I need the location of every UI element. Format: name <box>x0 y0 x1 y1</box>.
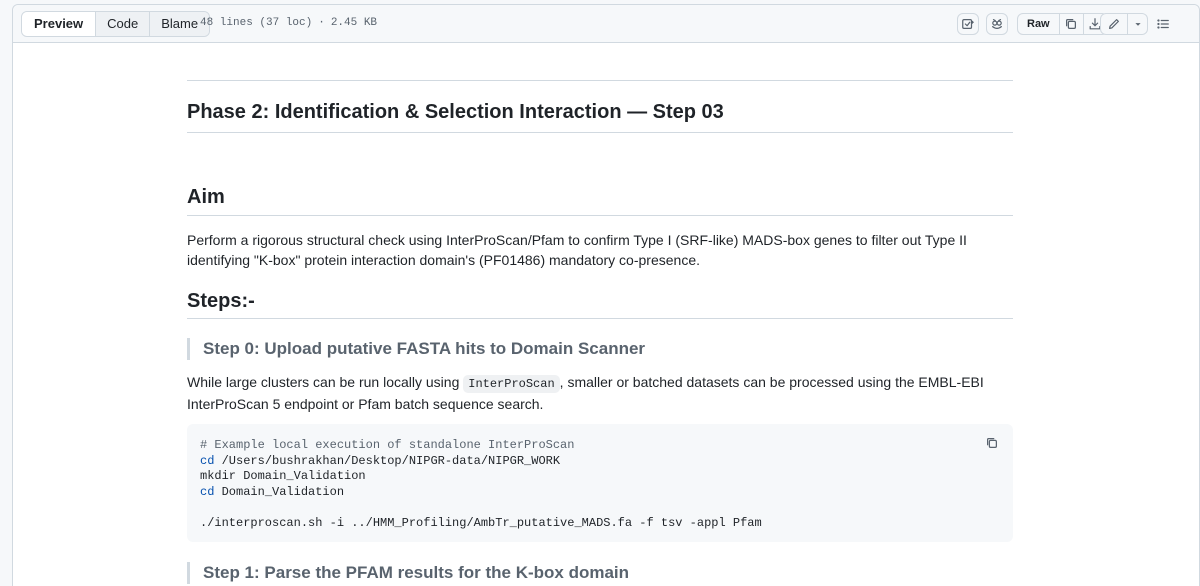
code-line: cd /Users/bushrakhan/Desktop/NIPGR-data/… <box>200 454 1000 470</box>
edit-actions-group <box>1100 13 1148 35</box>
raw-button[interactable]: Raw <box>1018 14 1059 34</box>
code-line: mkdir Domain_Validation <box>200 469 366 483</box>
code-line: cd Domain_Validation <box>200 485 1000 501</box>
step0-text-before: While large clusters can be run locally … <box>187 374 464 390</box>
file-size: 2.45 KB <box>330 17 378 29</box>
code-review-icon <box>992 19 1002 29</box>
code-text: Domain_Validation <box>214 484 345 499</box>
copilot-button[interactable] <box>957 13 979 35</box>
step1-heading: Step 1: Parse the PFAM results for the K… <box>187 562 629 584</box>
page-title: Phase 2: Identification & Selection Inte… <box>187 101 724 123</box>
copy-icon <box>987 438 997 448</box>
heading-underline <box>187 132 1013 133</box>
file-actions-group: Raw <box>1017 13 1108 35</box>
copy-icon <box>1066 19 1077 29</box>
step0-paragraph: While large clusters can be run locally … <box>187 372 1013 414</box>
heading-underline <box>187 318 1013 319</box>
inline-code: InterProScan <box>463 375 560 393</box>
code-line: ./interproscan.sh -i ../HMM_Profiling/Am… <box>200 515 762 530</box>
list-icon <box>1157 19 1169 29</box>
file-toolbar: Preview Code Blame 48 lines (37 loc) · 2.4… <box>13 5 1199 43</box>
file-info: 48 lines (37 loc) · 2.45 KB <box>200 17 377 29</box>
tab-preview[interactable]: Preview <box>22 12 96 36</box>
steps-heading: Steps:- <box>187 290 255 312</box>
code-review-button[interactable] <box>986 13 1008 35</box>
step0-heading: Step 0: Upload putative FASTA hits to Do… <box>187 338 645 360</box>
aim-heading: Aim <box>187 186 225 208</box>
code-keyword: cd <box>200 453 215 468</box>
pencil-icon <box>1109 19 1119 29</box>
outline-button[interactable] <box>1152 13 1174 35</box>
horizontal-rule <box>187 80 1013 81</box>
line-count: 48 lines (37 loc) <box>200 17 313 29</box>
copy-code-button[interactable] <box>981 432 1003 454</box>
edit-button[interactable] <box>1101 14 1127 34</box>
dropdown-caret-icon <box>1134 23 1141 26</box>
tab-code[interactable]: Code <box>95 12 150 36</box>
aim-paragraph: Perform a rigorous structural check usin… <box>187 232 967 268</box>
copilot-icon <box>962 19 974 29</box>
code-text: /Users/bushrakhan/Desktop/NIPGR-data/NIP… <box>214 453 561 468</box>
code-keyword: cd <box>200 484 215 499</box>
code-block: # Example local execution of standalone … <box>187 424 1013 542</box>
file-view: Preview Code Blame 48 lines (37 loc) · 2.4… <box>12 4 1200 586</box>
view-mode-switcher: Preview Code Blame <box>21 11 211 37</box>
edit-dropdown-button[interactable] <box>1127 14 1147 34</box>
copy-raw-button[interactable] <box>1058 14 1083 34</box>
heading-underline <box>187 215 1013 216</box>
code-line: # Example local execution of standalone … <box>200 438 575 452</box>
info-separator: · <box>318 17 325 29</box>
